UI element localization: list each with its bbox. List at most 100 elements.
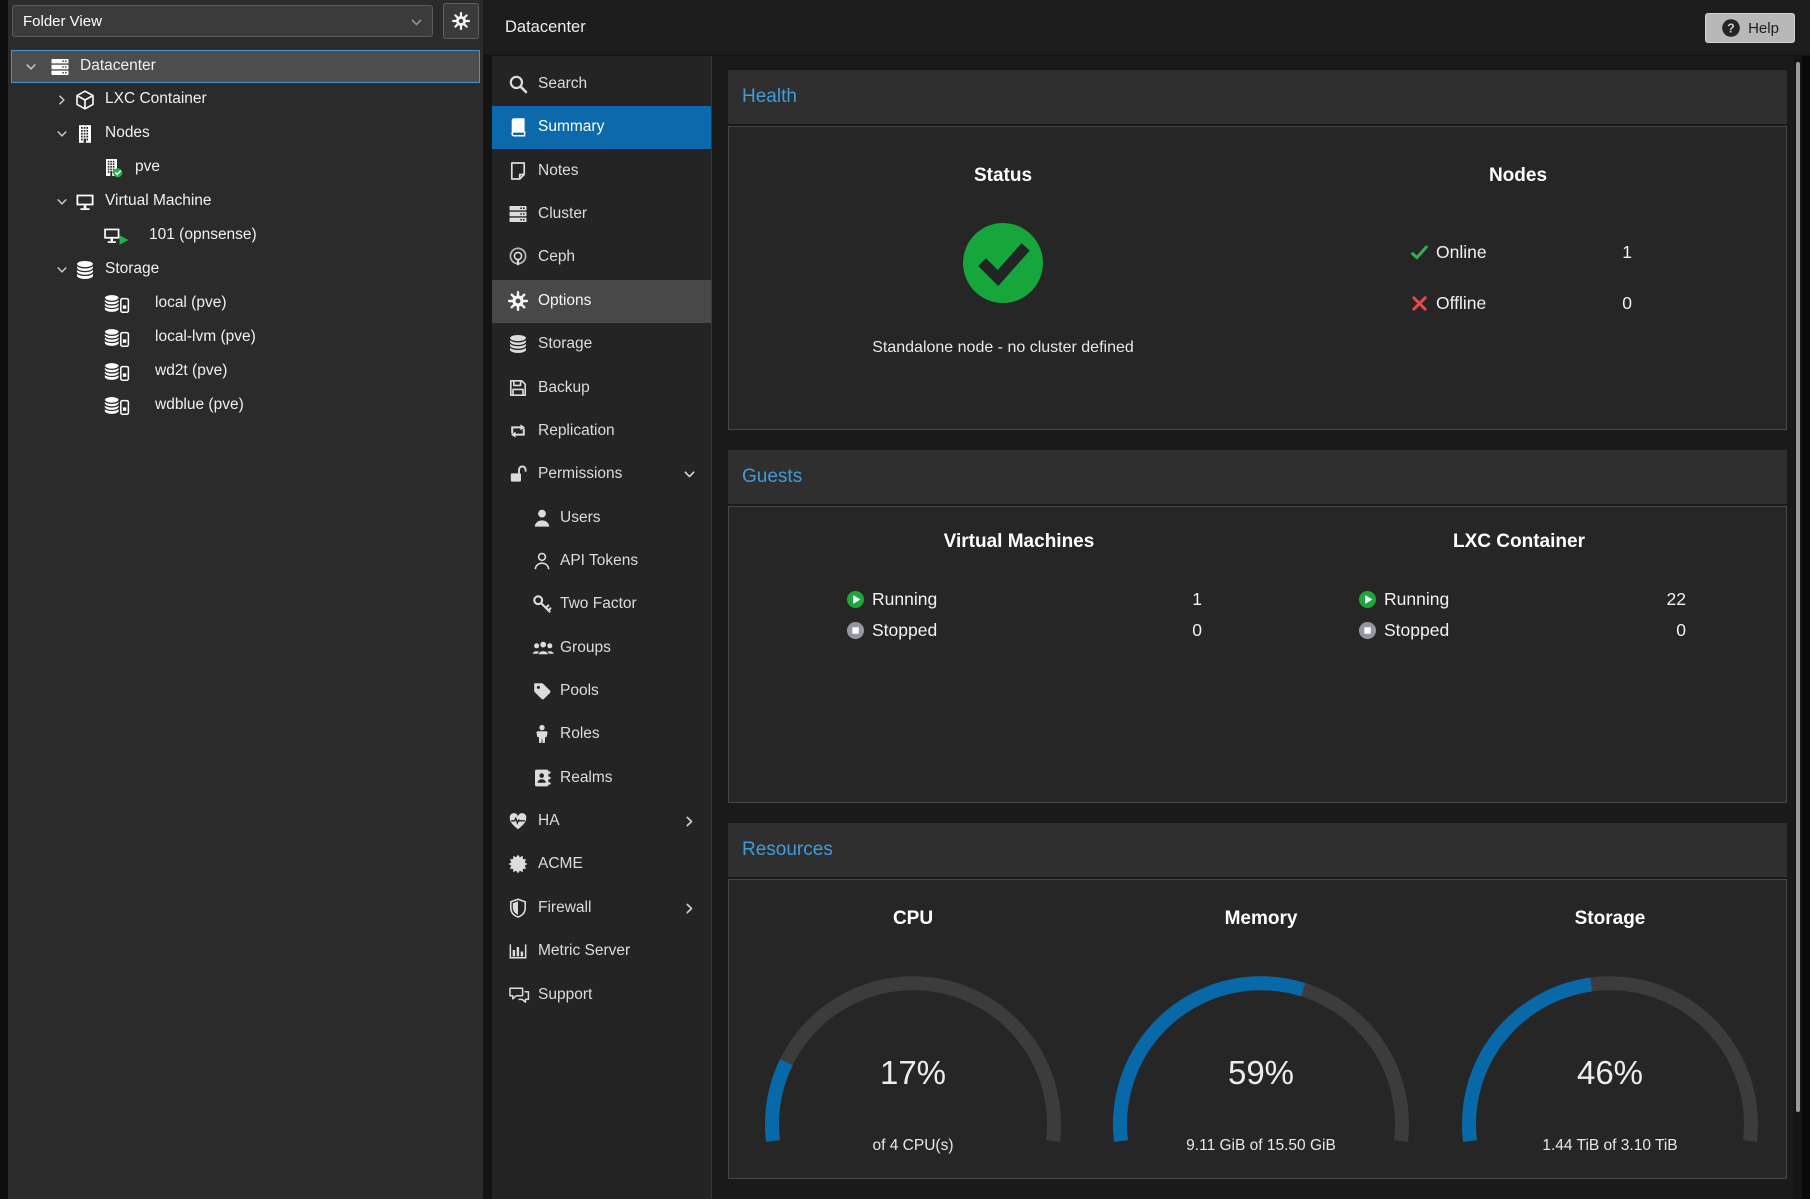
status-label: Stopped	[1384, 620, 1449, 641]
resources-panel-title: Resources	[742, 839, 833, 861]
menu-item-label: API Tokens	[560, 552, 638, 570]
menu-item-label: Search	[538, 75, 587, 93]
menu-item-label: Notes	[538, 162, 579, 180]
tree-item-datacenter[interactable]: Datacenter	[11, 50, 480, 83]
menu-item-label: Permissions	[538, 465, 622, 483]
tree-item-lxc-container[interactable]: LXC Container	[11, 84, 480, 117]
menu-item-label: Cluster	[538, 205, 587, 223]
menu-item-ha[interactable]: HA	[492, 800, 711, 843]
gauge-heading-memory: Memory	[1106, 908, 1416, 930]
menu-item-label: ACME	[538, 855, 583, 873]
tree-settings-button[interactable]	[443, 3, 479, 39]
tree-item-label: pve	[135, 158, 160, 176]
health-panel-title: Health	[742, 86, 797, 108]
menu-item-ceph[interactable]: Ceph	[492, 236, 711, 279]
replicate-icon	[508, 421, 528, 441]
guests-panel-title: Guests	[742, 466, 802, 488]
tree-item-nodes[interactable]: Nodes	[11, 118, 480, 151]
chevron-down-icon[interactable]	[55, 263, 69, 277]
gauge-cpu: 17%of 4 CPU(s)	[758, 966, 1068, 1166]
resources-panel-header: Resources	[728, 823, 1787, 877]
tree-item-storage[interactable]: Storage	[11, 254, 480, 287]
gauge-percent-memory: 59%	[1106, 1054, 1416, 1092]
menu-item-groups[interactable]: Groups	[492, 627, 711, 670]
heartbeat-icon	[508, 811, 528, 831]
gauge-heading-cpu: CPU	[758, 908, 1068, 930]
chevron-down-icon[interactable]	[24, 60, 38, 74]
menu-item-two-factor[interactable]: Two Factor	[492, 583, 711, 626]
tree-item-pve[interactable]: pve	[11, 152, 480, 185]
page-title: Datacenter	[505, 18, 586, 37]
menu-item-acme[interactable]: ACME	[492, 843, 711, 886]
vertical-scrollbar	[1794, 56, 1802, 1199]
resources-panel-body: CPU 17%of 4 CPU(s) Memory 59%9.11 GiB of …	[728, 879, 1787, 1179]
monitor-play-icon	[103, 226, 129, 246]
tree-item-label: wdblue (pve)	[155, 396, 244, 414]
menu-item-pools[interactable]: Pools	[492, 670, 711, 713]
tree-item-101-opnsense[interactable]: 101 (opnsense)	[11, 220, 480, 253]
menu-item-label: Options	[538, 292, 591, 310]
menu-item-label: Firewall	[538, 899, 591, 917]
menu-item-api-tokens[interactable]: API Tokens	[492, 540, 711, 583]
gauge-storage: 46%1.44 TiB of 3.10 TiB	[1455, 966, 1765, 1166]
gauge-memory: 59%9.11 GiB of 15.50 GiB	[1106, 966, 1416, 1166]
tree-item-virtual-machine[interactable]: Virtual Machine	[11, 186, 480, 219]
tree-item-label: LXC Container	[105, 90, 207, 108]
view-mode-select[interactable]: Folder View	[12, 5, 433, 37]
menu-item-replication[interactable]: Replication	[492, 410, 711, 453]
menu-item-roles[interactable]: Roles	[492, 713, 711, 756]
building-check-icon	[103, 158, 123, 178]
menu-item-backup[interactable]: Backup	[492, 367, 711, 410]
menu-item-label: Two Factor	[560, 595, 637, 613]
menu-item-options[interactable]: Options	[492, 280, 711, 323]
menu-item-support[interactable]: Support	[492, 974, 711, 1017]
database-disk-icon	[103, 362, 131, 382]
menu-item-cluster[interactable]: Cluster	[492, 193, 711, 236]
tree-item-local-lvm-pve[interactable]: local-lvm (pve)	[11, 322, 480, 355]
gauge-percent-storage: 46%	[1455, 1054, 1765, 1092]
menu-item-notes[interactable]: Notes	[492, 150, 711, 193]
cluster-status-message: Standalone node - no cluster defined	[729, 339, 1277, 357]
note-icon	[508, 161, 528, 181]
menu-item-label: Pools	[560, 682, 599, 700]
panel-splitter[interactable]	[483, 0, 492, 1199]
gauge-heading-storage: Storage	[1455, 908, 1765, 930]
title-bar: Datacenter ? Help	[483, 0, 1810, 56]
menu-item-storage[interactable]: Storage	[492, 323, 711, 366]
help-button[interactable]: ? Help	[1705, 13, 1795, 43]
shield-icon	[508, 898, 528, 918]
menu-item-firewall[interactable]: Firewall	[492, 887, 711, 930]
menu-item-metric-server[interactable]: Metric Server	[492, 930, 711, 973]
tree-item-label: Storage	[105, 260, 159, 278]
help-button-label: Help	[1748, 20, 1779, 37]
menu-item-label: Metric Server	[538, 942, 630, 960]
tree-item-wd2t-pve[interactable]: wd2t (pve)	[11, 356, 480, 389]
status-value: 0	[1621, 620, 1686, 641]
menu-item-realms[interactable]: Realms	[492, 757, 711, 800]
database-disk-icon	[103, 328, 131, 348]
menu-item-users[interactable]: Users	[492, 497, 711, 540]
chevron-down-icon[interactable]	[55, 127, 69, 141]
menu-item-summary[interactable]: Summary	[492, 106, 711, 149]
guest-column-heading: LXC Container	[1269, 531, 1769, 553]
comments-icon	[508, 985, 530, 1005]
menu-item-search[interactable]: Search	[492, 63, 711, 106]
guest-status-row: Running22	[729, 587, 1786, 615]
menu-item-permissions[interactable]: Permissions	[492, 453, 711, 496]
chevron-down-icon[interactable]	[55, 195, 69, 209]
building-icon	[75, 124, 95, 144]
menu-item-label: Replication	[538, 422, 615, 440]
chevron-right-icon[interactable]	[55, 93, 69, 107]
nodes-heading: Nodes	[1318, 165, 1718, 187]
menu-item-label: Backup	[538, 379, 590, 397]
guests-panel-header: Guests	[728, 450, 1787, 504]
cube-icon	[75, 90, 95, 110]
node-status-row: Offline0	[729, 291, 1786, 319]
database-icon	[508, 334, 528, 354]
person-icon	[532, 724, 552, 744]
tree-item-wdblue-pve[interactable]: wdblue (pve)	[11, 390, 480, 423]
scrollbar-thumb[interactable]	[1796, 62, 1800, 1112]
health-panel-body: Status Standalone node - no cluster defi…	[728, 126, 1787, 430]
tree-item-local-pve[interactable]: local (pve)	[11, 288, 480, 321]
window-edge-right	[1802, 56, 1810, 1199]
